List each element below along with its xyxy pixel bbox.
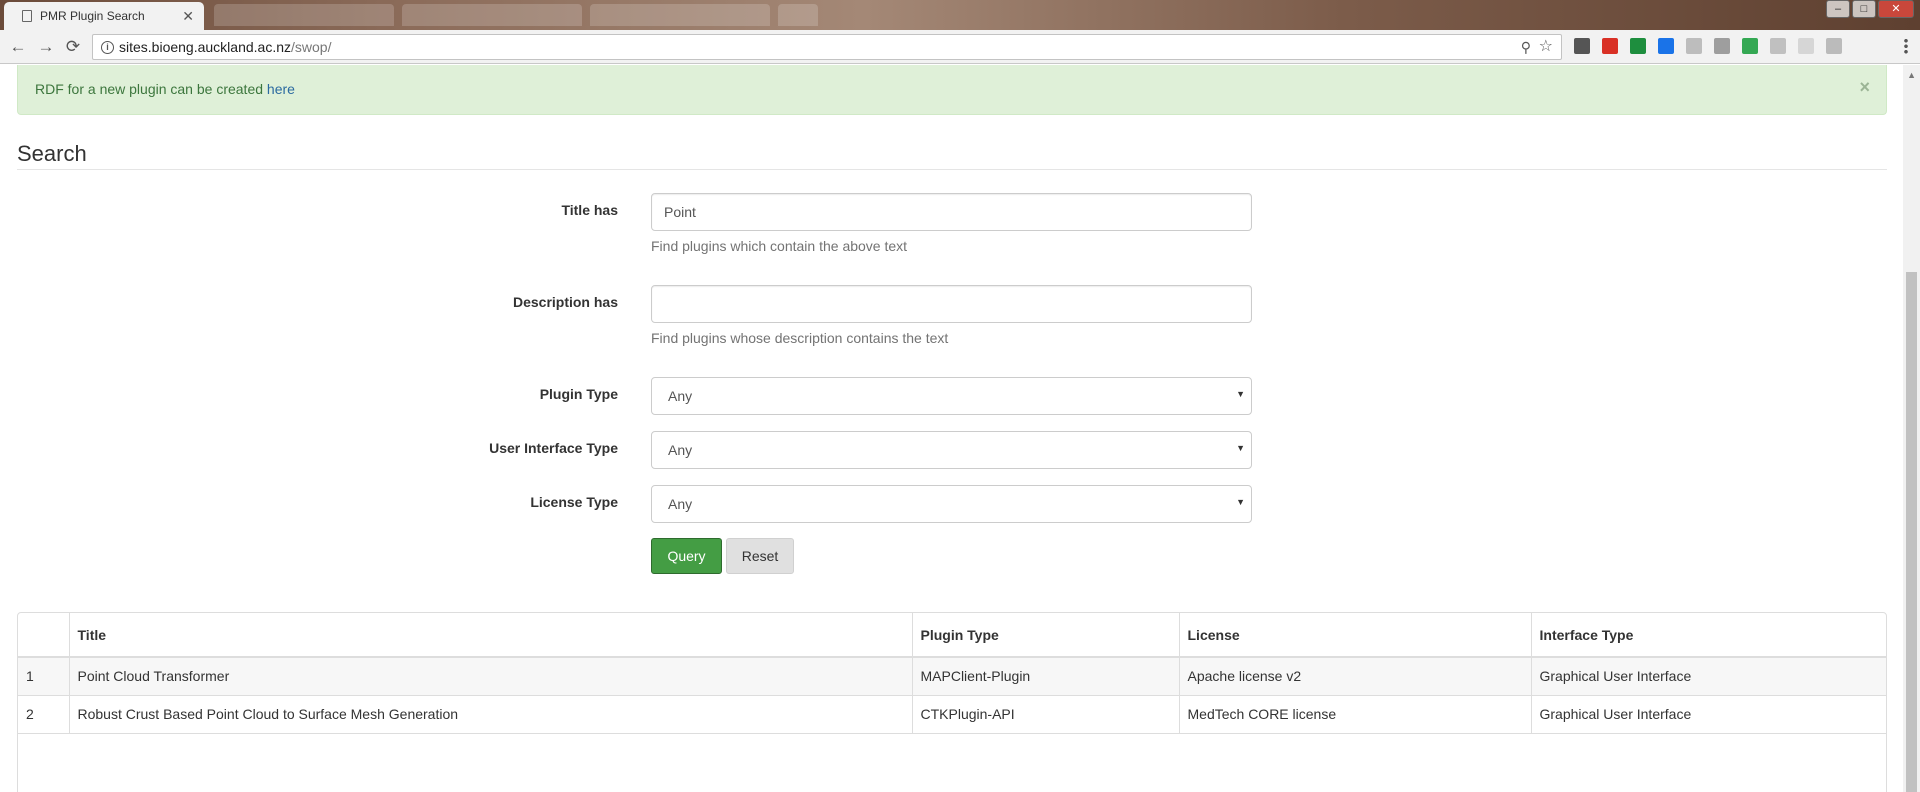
row-license: Apache license v2 <box>1179 657 1532 696</box>
extension-icons <box>1574 38 1842 54</box>
browser-tab-background[interactable] <box>402 4 582 26</box>
info-icon[interactable]: i <box>101 41 114 54</box>
row-plugin-type: CTKPlugin-API <box>912 695 1180 734</box>
row-index: 1 <box>18 657 70 696</box>
plugin-type-value: Any <box>668 388 693 404</box>
url-path: /swop/ <box>291 39 332 55</box>
reset-button[interactable]: Reset <box>726 538 794 574</box>
zoom-icon[interactable]: ⚲ <box>1521 35 1531 59</box>
table-header-row: Title Plugin Type License Interface Type <box>18 613 1886 658</box>
caret-down-icon: ▼ <box>1236 443 1245 453</box>
caret-down-icon: ▼ <box>1236 389 1245 399</box>
row-title[interactable]: Point Cloud Transformer <box>69 657 913 696</box>
plugin-type-select[interactable]: Any ▼ <box>651 377 1252 415</box>
title-input[interactable] <box>651 193 1252 231</box>
back-icon[interactable]: ← <box>8 37 28 57</box>
forward-icon[interactable]: → <box>36 37 56 57</box>
window-controls: – □ ✕ <box>1826 0 1914 18</box>
browser-toolbar: ← → ⟳ i sites.bioeng.auckland.ac.nz/swop… <box>0 30 1920 64</box>
plugin-type-label: Plugin Type <box>539 386 618 402</box>
license-type-value: Any <box>668 496 693 512</box>
caret-down-icon: ▼ <box>1236 497 1245 507</box>
browser-tab-background[interactable] <box>590 4 770 26</box>
license-type-label: License Type <box>530 494 618 510</box>
description-label: Description has <box>512 294 618 310</box>
row-title[interactable]: Robust Crust Based Point Cloud to Surfac… <box>69 695 913 734</box>
browser-tab-active[interactable]: PMR Plugin Search ✕ <box>4 2 204 30</box>
reload-icon[interactable]: ⟳ <box>63 37 83 57</box>
description-input[interactable] <box>651 285 1252 323</box>
column-header-license[interactable]: License <box>1179 613 1532 658</box>
extension-icon[interactable] <box>1686 38 1702 54</box>
extension-icon[interactable] <box>1742 38 1758 54</box>
close-icon[interactable]: × <box>1859 77 1870 98</box>
ui-type-value: Any <box>668 442 693 458</box>
extension-icon[interactable] <box>1798 38 1814 54</box>
extension-icon[interactable] <box>1714 38 1730 54</box>
scrollbar-thumb[interactable] <box>1906 272 1917 792</box>
address-bar[interactable]: i sites.bioeng.auckland.ac.nz/swop/ ⚲ ☆ <box>92 34 1562 60</box>
page-icon <box>22 10 32 22</box>
ui-type-label: User Interface Type <box>489 440 618 456</box>
title-label: Title has <box>561 202 618 218</box>
page-title: Search <box>17 141 87 166</box>
page-content: RDF for a new plugin can be created here… <box>0 65 1920 792</box>
license-type-select[interactable]: Any ▼ <box>651 485 1252 523</box>
ui-type-select[interactable]: Any ▼ <box>651 431 1252 469</box>
query-button[interactable]: Query <box>651 538 722 574</box>
row-interface-type: Graphical User Interface <box>1531 657 1886 696</box>
table-row[interactable]: 1 Point Cloud Transformer MAPClient-Plug… <box>18 657 1886 696</box>
title-help-text: Find plugins which contain the above tex… <box>651 238 908 254</box>
column-header-interface-type[interactable]: Interface Type <box>1531 613 1886 658</box>
tab-close-icon[interactable]: ✕ <box>182 8 194 25</box>
extension-icon[interactable] <box>1770 38 1786 54</box>
description-help-text: Find plugins whose description contains … <box>651 330 949 346</box>
alert-text: RDF for a new plugin can be created <box>35 81 267 97</box>
alert-link[interactable]: here <box>267 81 295 97</box>
divider <box>17 169 1887 170</box>
drive-icon[interactable] <box>1630 38 1646 54</box>
table-row[interactable]: 2 Robust Crust Based Point Cloud to Surf… <box>18 695 1886 734</box>
extension-icon[interactable] <box>1826 38 1842 54</box>
column-header-title[interactable]: Title <box>69 613 913 658</box>
browser-tab-background[interactable] <box>214 4 394 26</box>
results-table: Title Plugin Type License Interface Type… <box>17 612 1887 792</box>
minimize-button[interactable]: – <box>1826 0 1850 18</box>
column-header-index <box>18 613 70 658</box>
row-interface-type: Graphical User Interface <box>1531 695 1886 734</box>
browser-tabstrip: PMR Plugin Search ✕ – □ ✕ <box>0 0 1920 30</box>
url-host: sites.bioeng.auckland.ac.nz <box>119 39 291 55</box>
tab-title: PMR Plugin Search <box>40 9 145 23</box>
new-tab-button[interactable] <box>778 4 818 26</box>
close-window-button[interactable]: ✕ <box>1878 0 1914 18</box>
scroll-up-icon[interactable]: ▲ <box>1907 70 1916 80</box>
extension-icon[interactable] <box>1574 38 1590 54</box>
row-index: 2 <box>18 695 70 734</box>
extension-icon[interactable] <box>1602 38 1618 54</box>
column-header-plugin-type[interactable]: Plugin Type <box>912 613 1180 658</box>
success-alert: RDF for a new plugin can be created here… <box>17 65 1887 115</box>
maximize-button[interactable]: □ <box>1852 0 1876 18</box>
extension-icon[interactable] <box>1658 38 1674 54</box>
bookmark-star-icon[interactable]: ☆ <box>1539 35 1553 59</box>
browser-menu-icon[interactable] <box>1904 38 1908 54</box>
row-plugin-type: MAPClient-Plugin <box>912 657 1180 696</box>
row-license: MedTech CORE license <box>1179 695 1532 734</box>
